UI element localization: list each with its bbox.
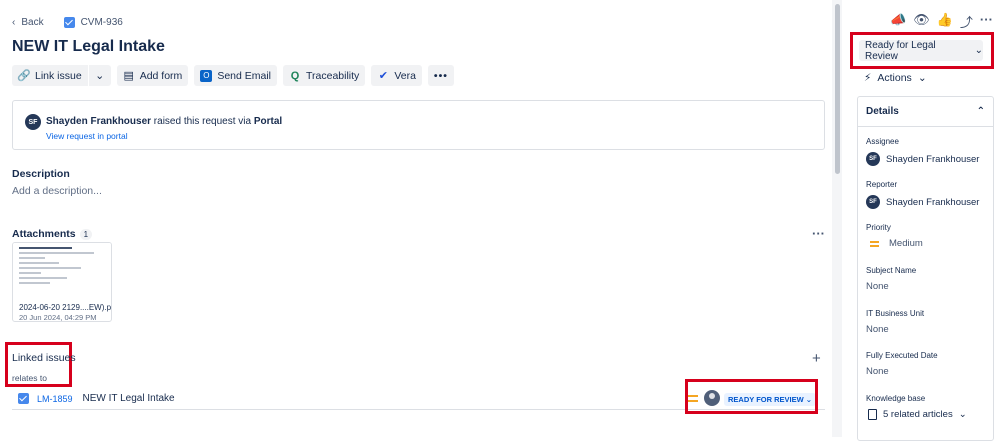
linked-issue-summary[interactable]: NEW IT Legal Intake [83, 393, 175, 404]
it-business-unit-value[interactable]: None [866, 324, 924, 335]
status-transition-button[interactable]: Ready for Legal Review ⌄ [859, 40, 983, 62]
chevron-left-icon: ‹ [12, 16, 16, 28]
attachments-heading: Attachments 1 [12, 228, 93, 240]
knowledge-base-field: Knowledge base 5 related articles ⌄ [866, 394, 967, 420]
chevron-down-icon: ⌄ [917, 72, 927, 84]
chevron-up-icon: ⌃ [976, 106, 985, 117]
priority-field: Priority Medium [866, 223, 923, 249]
fully-executed-date-value[interactable]: None [866, 366, 938, 377]
attachment-filename: 2024-06-20 2129....EW).pdf [19, 303, 112, 312]
portal-request-panel: SF Shayden Frankhouser raised this reque… [12, 100, 825, 150]
traceability-button[interactable]: Q Traceability [283, 65, 366, 86]
sidebar-icon-row: 📣 👁 👍 ⤴ ··· [890, 12, 993, 31]
assignee-field: Assignee SF Shayden Frankhouser [866, 137, 980, 166]
avatar: SF [866, 152, 880, 166]
relation-type-label: relates to [12, 373, 47, 383]
avatar: SF [25, 114, 41, 130]
chevron-down-icon: ⌄ [974, 45, 983, 56]
issue-type-icon [18, 393, 29, 404]
linked-issue-key[interactable]: LM-1859 [37, 394, 73, 404]
megaphone-icon[interactable]: 📣 [890, 12, 906, 31]
avatar: SF [866, 195, 880, 209]
share-icon[interactable]: ⤴ [960, 12, 973, 31]
lightning-icon: ⚡ [864, 72, 872, 84]
breadcrumb: ‹ Back CVM-936 [12, 14, 123, 30]
attachments-count-badge: 1 [79, 229, 93, 240]
portal-channel: Portal [253, 116, 283, 127]
send-email-button[interactable]: O Send Email [194, 65, 278, 86]
attachments-more-button[interactable]: ··· [812, 226, 825, 241]
subject-name-field: Subject Name None [866, 266, 917, 292]
chevron-down-icon: ⌄ [958, 409, 967, 420]
knowledge-base-value[interactable]: 5 related articles ⌄ [866, 409, 967, 420]
details-header[interactable]: Details ⌃ [858, 97, 993, 127]
add-linked-issue-button[interactable]: + [812, 350, 821, 367]
reporter-name[interactable]: Shayden Frankhouser [46, 116, 151, 127]
issue-main-panel: ‹ Back CVM-936 NEW IT Legal Intake 🔗 Lin… [0, 0, 830, 437]
linked-issues-heading: Linked issues [12, 352, 76, 364]
fully-executed-date-field: Fully Executed Date None [866, 351, 938, 377]
attachment-card[interactable]: 2024-06-20 2129....EW).pdf 20 Jun 2024, … [12, 242, 112, 322]
priority-value[interactable]: Medium [866, 238, 923, 249]
issue-key-link[interactable]: CVM-936 [81, 17, 123, 28]
raised-request-text: Shayden Frankhouser raised this request … [46, 116, 283, 127]
link-issue-button[interactable]: 🔗 Link issue [12, 65, 88, 86]
link-issue-dropdown-button[interactable]: ⌄ [87, 65, 111, 86]
attachment-date: 20 Jun 2024, 04:29 PM [19, 313, 97, 322]
it-business-unit-field: IT Business Unit None [866, 309, 925, 335]
scrollbar-thumb[interactable] [835, 4, 840, 174]
highlight-box-status [685, 379, 818, 414]
more-icon[interactable]: ··· [980, 12, 993, 31]
more-actions-button[interactable]: ••• [427, 65, 454, 86]
description-heading: Description [12, 168, 70, 180]
form-icon: ▤ [123, 70, 134, 82]
more-icon: ••• [433, 69, 448, 82]
reporter-field: Reporter SF Shayden Frankhouser [866, 180, 980, 209]
issue-title[interactable]: NEW IT Legal Intake [12, 38, 165, 56]
issue-toolbar: 🔗 Link issue ⌄ ▤ Add form O Send Email Q… [12, 65, 454, 86]
details-panel: Details ⌃ Assignee SF Shayden Frankhouse… [857, 96, 994, 441]
vera-button[interactable]: ✔ Vera [371, 65, 422, 86]
thumbs-up-icon[interactable]: 👍 [937, 12, 953, 31]
outlook-icon: O [200, 69, 213, 82]
description-field[interactable]: Add a description... [12, 185, 102, 197]
chevron-down-icon: ⌄ [95, 70, 105, 82]
subject-name-value[interactable]: None [866, 281, 916, 292]
assignee-value[interactable]: SF Shayden Frankhouser [866, 152, 979, 166]
attachment-thumbnail [13, 243, 111, 298]
eye-icon[interactable]: 👁 [913, 12, 930, 31]
priority-medium-icon [870, 240, 879, 247]
reporter-value[interactable]: SF Shayden Frankhouser [866, 195, 979, 209]
document-icon [868, 409, 877, 420]
view-request-in-portal-link[interactable]: View request in portal [46, 131, 128, 141]
issue-type-icon [63, 16, 75, 28]
back-button[interactable]: ‹ Back [12, 17, 44, 28]
traceability-icon: Q [290, 69, 300, 82]
actions-button[interactable]: ⚡ Actions ⌄ [864, 72, 927, 84]
link-issue-split-button: 🔗 Link issue ⌄ [12, 65, 111, 86]
issue-sidebar: 📣 👁 👍 ⤴ ··· Ready for Legal Review ⌄ ⚡ A… [848, 0, 999, 441]
link-icon: 🔗 [17, 70, 31, 82]
add-form-button[interactable]: ▤ Add form [116, 65, 189, 86]
vera-check-icon: ✔ [378, 70, 388, 82]
